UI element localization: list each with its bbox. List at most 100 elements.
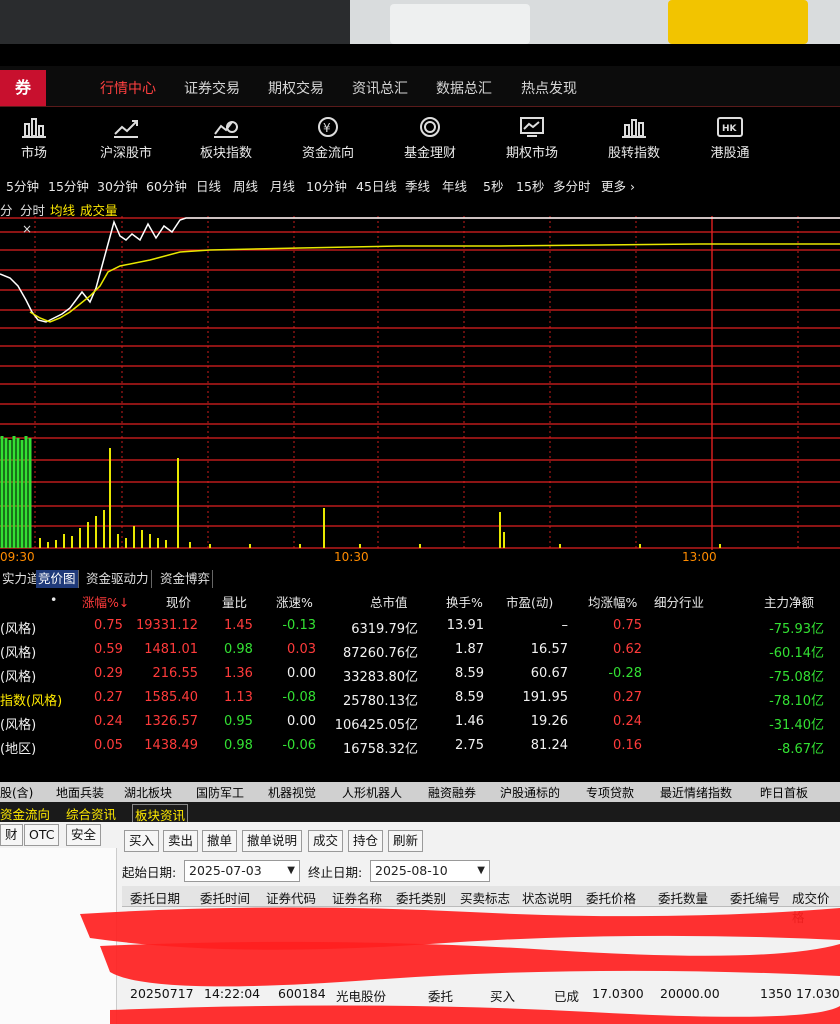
nav-sector-index[interactable]: 板块指数 (186, 116, 266, 161)
sector-tab[interactable]: 湖北板块 (124, 784, 172, 801)
sell-button[interactable]: 卖出 (163, 830, 199, 852)
period-weekly[interactable]: 周线 (233, 176, 258, 195)
intraday-chart[interactable]: × (0, 216, 840, 550)
nav-hk-label: 港股通 (710, 146, 750, 161)
sector-tab[interactable]: 地面兵装 (56, 784, 104, 801)
nav-options-market[interactable]: 期权市场 (492, 116, 572, 161)
period-5sec[interactable]: 5秒 (483, 176, 503, 195)
row-change: 0.29 (94, 666, 123, 681)
chevron-down-icon[interactable]: ▼ (477, 861, 485, 881)
tab-fund-drive[interactable]: 资金驱动力 (84, 570, 152, 588)
row-price: 1438.49 (144, 738, 198, 753)
nav-shsz-stocks[interactable]: 沪深股市 (86, 116, 166, 161)
sector-chart-icon (214, 121, 238, 138)
row-pe: 16.57 (530, 642, 568, 657)
row-change: 0.24 (94, 714, 123, 729)
tab-fund-game[interactable]: 资金博弈 (158, 570, 214, 588)
period-more[interactable]: 更多 › (601, 176, 635, 195)
menu-securities-trading[interactable]: 证券交易 (184, 78, 240, 98)
chart-grid (0, 217, 840, 549)
period-multi-timeshare[interactable]: 多分时 (553, 176, 591, 195)
period-5min[interactable]: 5分钟 (6, 176, 39, 195)
row-speed: -0.08 (282, 690, 316, 705)
order-type: 委托 (428, 989, 454, 1004)
cancel-help-button[interactable]: 撤单说明 (242, 830, 303, 852)
nav-fund-finance[interactable]: 基金理财 (390, 116, 470, 161)
nav-hk-connect[interactable]: HK 港股通 (690, 116, 770, 161)
chevron-down-icon[interactable]: ▼ (287, 861, 295, 881)
order-no: 1350 (760, 986, 792, 1001)
time-label-1300: 13:00 (682, 550, 717, 564)
col-market-cap[interactable]: 总市值 (370, 592, 408, 611)
row-net: -60.14亿 (769, 646, 824, 661)
col-avg-change[interactable]: 均涨幅% (588, 592, 637, 611)
order-time: 14:22:04 (204, 986, 261, 1001)
row-name: (风格) (0, 670, 37, 685)
col-turnover[interactable]: 换手% (446, 592, 483, 611)
news-tab-general[interactable]: 综合资讯 (66, 804, 116, 823)
bar-chart-icon (22, 118, 46, 138)
col-price[interactable]: 现价 (166, 592, 191, 611)
start-date-field[interactable]: 2025-07-03 ▼ (184, 860, 300, 882)
row-name: (风格) (0, 718, 37, 733)
buy-button[interactable]: 买入 (124, 830, 160, 852)
period-yearly[interactable]: 年线 (442, 176, 467, 195)
cancel-order-button[interactable]: 撤单 (202, 830, 238, 852)
period-15sec[interactable]: 15秒 (516, 176, 544, 195)
period-15min[interactable]: 15分钟 (48, 176, 89, 195)
end-date-field[interactable]: 2025-08-10 ▼ (370, 860, 490, 882)
sector-tab[interactable]: 专项贷款 (586, 784, 634, 801)
row-avg: 0.24 (613, 714, 642, 729)
menu-market-center[interactable]: 行情中心 (100, 78, 156, 98)
nav-neeq-index[interactable]: 股转指数 (594, 116, 674, 161)
menu-options-trading[interactable]: 期权交易 (268, 78, 324, 98)
col-change-pct[interactable]: 涨幅%↓ (82, 592, 129, 611)
col-industry[interactable]: 细分行业 (654, 592, 704, 611)
col-net-inflow[interactable]: 主力净额 (764, 592, 814, 611)
sector-tab[interactable]: 昨日首板 (760, 784, 808, 801)
menu-hot-topics[interactable]: 热点发现 (521, 78, 577, 98)
chart-grid (34, 216, 799, 550)
period-30min[interactable]: 30分钟 (97, 176, 138, 195)
nav-sector-label: 板块指数 (199, 146, 252, 161)
sector-tab[interactable]: 沪股通标的 (500, 784, 560, 801)
side-tab-security[interactable]: 安全 (66, 824, 102, 846)
period-daily[interactable]: 日线 (196, 176, 221, 195)
refresh-button[interactable]: 刷新 (388, 830, 424, 852)
sector-tab[interactable]: 最近情绪指数 (660, 784, 732, 801)
row-net: -8.67亿 (777, 742, 824, 757)
row-name: (风格) (0, 646, 37, 661)
menu-data[interactable]: 数据总汇 (436, 78, 492, 98)
sector-tab[interactable]: 机器视觉 (268, 784, 316, 801)
sector-tab[interactable]: 人形机器人 (342, 784, 402, 801)
col-pe[interactable]: 市盈(动) (506, 592, 553, 611)
positions-button[interactable]: 持仓 (348, 830, 384, 852)
sector-tab[interactable]: 股(含) (0, 784, 33, 801)
row-change: 0.27 (94, 690, 123, 705)
menu-news[interactable]: 资讯总汇 (352, 78, 408, 98)
period-quarterly[interactable]: 季线 (405, 176, 430, 195)
sector-tab[interactable]: 国防军工 (196, 784, 244, 801)
row-pe: – (561, 618, 569, 633)
close-mark[interactable]: × (22, 222, 32, 236)
row-price: 1585.40 (144, 690, 198, 705)
deals-button[interactable]: 成交 (308, 830, 344, 852)
tab-auction-chart[interactable]: 竞价图 (36, 570, 79, 588)
col-speed[interactable]: 涨速% (276, 592, 313, 611)
side-tab-finance[interactable]: 财 (0, 824, 23, 846)
news-tab-bar: 资金流向 综合资讯 板块资讯 (0, 802, 840, 825)
row-net: -75.08亿 (769, 670, 824, 685)
nav-market[interactable]: 市场 (0, 116, 74, 161)
row-cap: 106425.05亿 (334, 718, 418, 733)
sector-tab[interactable]: 融资融券 (428, 784, 476, 801)
side-tab-otc[interactable]: OTC (24, 824, 60, 846)
row-net: -75.93亿 (769, 622, 824, 637)
period-10min[interactable]: 10分钟 (306, 176, 347, 195)
period-60min[interactable]: 60分钟 (146, 176, 187, 195)
news-tab-fund-flow[interactable]: 资金流向 (0, 804, 50, 823)
col-volume-ratio[interactable]: 量比 (222, 592, 247, 611)
period-monthly[interactable]: 月线 (270, 176, 295, 195)
period-45day[interactable]: 45日线 (356, 176, 397, 195)
nav-fund-flow[interactable]: ¥ 资金流向 (288, 116, 368, 161)
col-dot: • (50, 592, 58, 607)
